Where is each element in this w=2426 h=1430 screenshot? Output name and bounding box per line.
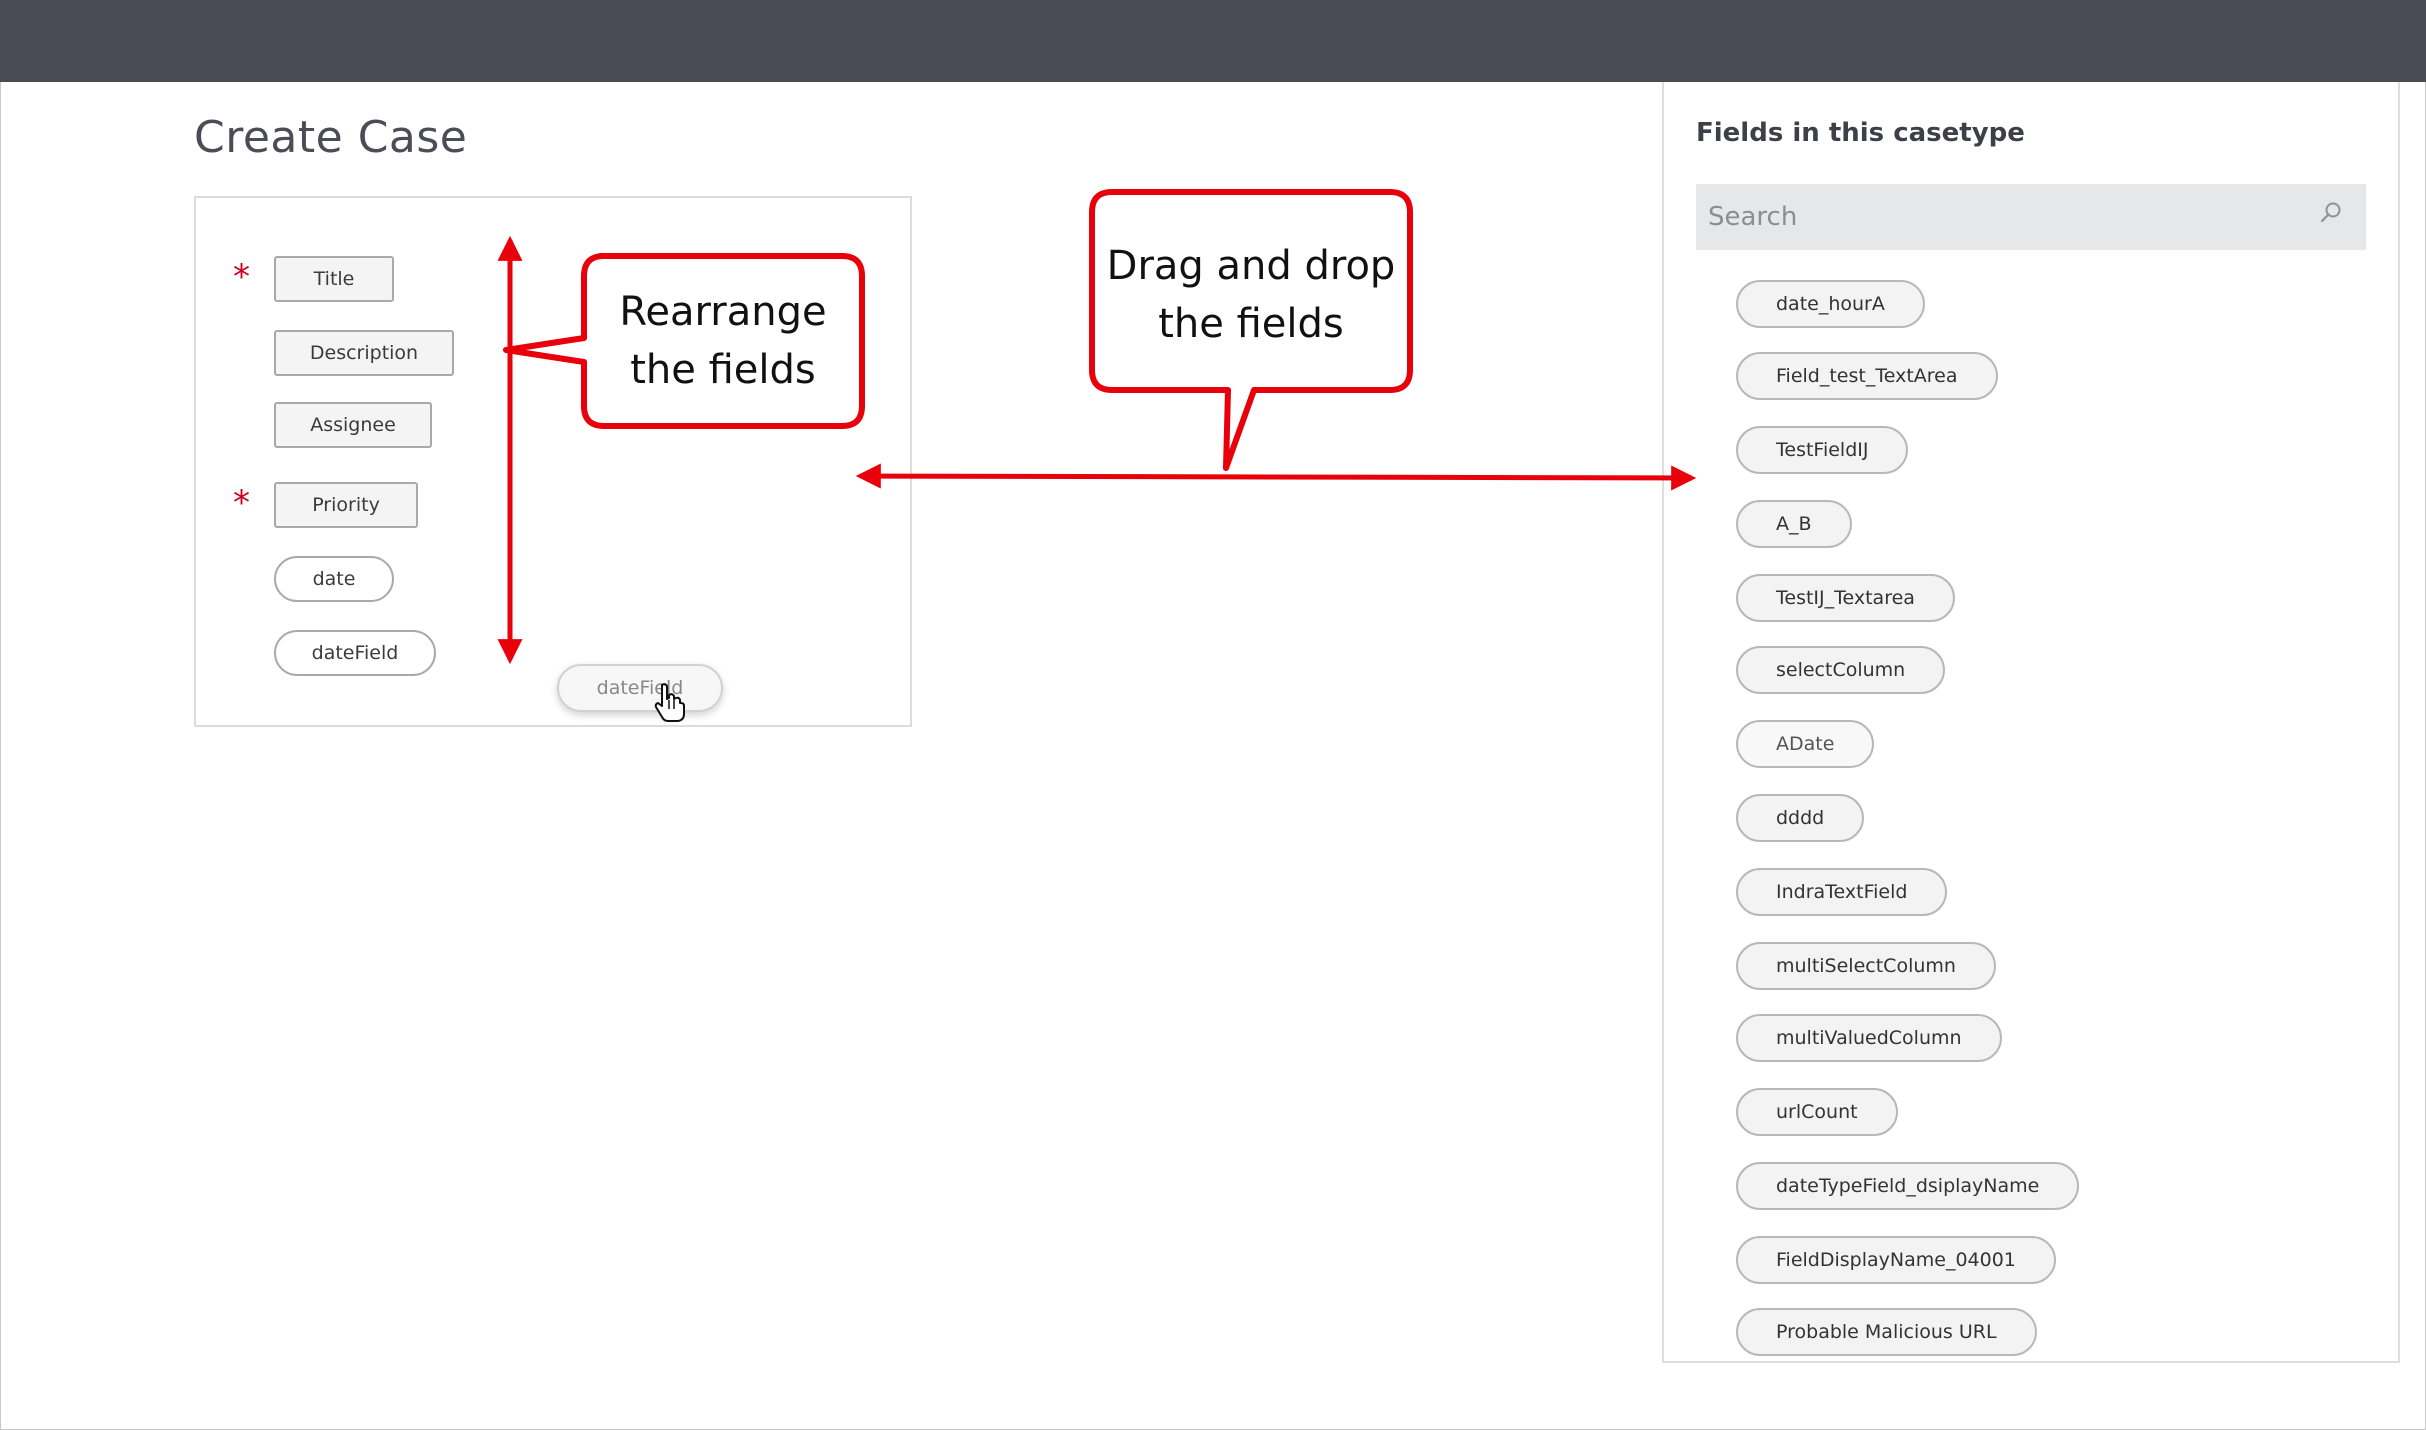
drag-drop-arrow: [855, 463, 1697, 491]
drag-drop-callout-line-1: Drag and drop: [1106, 243, 1396, 289]
rearrange-callout-line-1: Rearrange: [619, 289, 827, 335]
annotation-overlay: [497, 189, 1697, 665]
rearrange-callout-line-2: the fields: [630, 347, 816, 393]
drag-drop-callout-line-2: the fields: [1158, 301, 1344, 347]
rearrange-callout-text: Rearrange the fields: [590, 283, 856, 399]
drag-drop-callout-text: Drag and drop the fields: [1098, 237, 1404, 353]
